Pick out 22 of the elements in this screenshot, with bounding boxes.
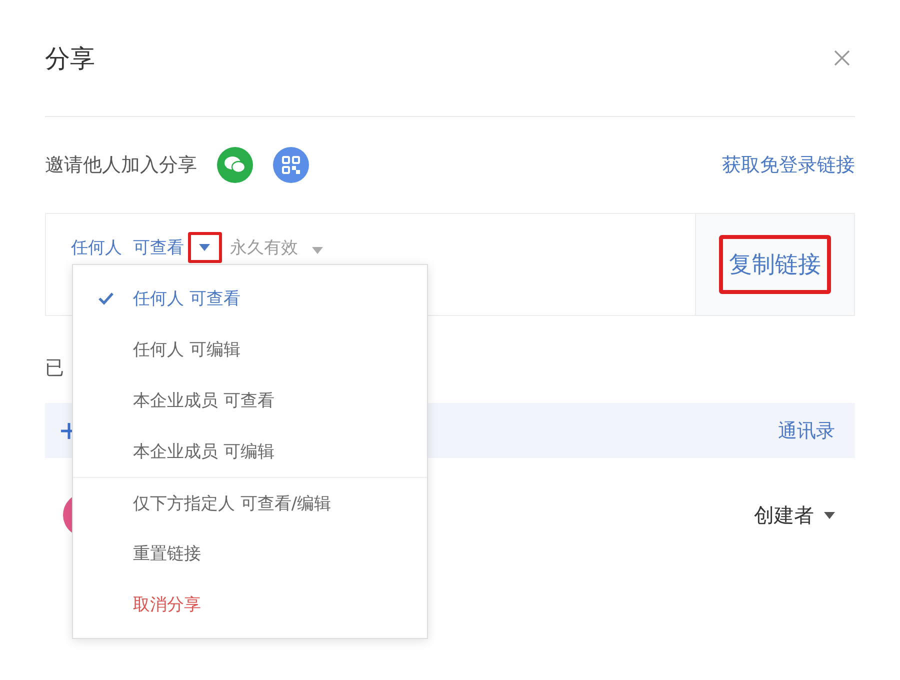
member-role[interactable]: 创建者 xyxy=(754,502,814,528)
caret-icon xyxy=(199,244,210,251)
contacts-link[interactable]: 通讯录 xyxy=(778,418,835,444)
menu-item[interactable]: 任何人 可编辑 xyxy=(73,324,427,375)
check-icon xyxy=(98,292,114,305)
qr-code-icon[interactable] xyxy=(273,147,309,183)
permission-dropdown-button[interactable] xyxy=(188,232,222,263)
permission-selector[interactable]: 任何人 可查看 xyxy=(71,236,184,259)
copy-link-button[interactable]: 复制链接 xyxy=(719,235,831,294)
dialog-title: 分享 xyxy=(45,42,95,74)
menu-item[interactable]: 任何人 可查看 xyxy=(73,273,427,324)
caret-icon xyxy=(312,247,323,254)
invite-label: 邀请他人加入分享 xyxy=(45,153,197,178)
close-icon[interactable] xyxy=(834,50,850,66)
members-label: 已 xyxy=(45,356,64,381)
menu-item[interactable]: 重置链接 xyxy=(73,528,427,579)
menu-item[interactable]: 取消分享 xyxy=(73,579,427,630)
caret-icon xyxy=(824,512,835,518)
chat-bubbles-icon[interactable] xyxy=(217,147,253,183)
menu-item[interactable]: 仅下方指定人 可查看/编辑 xyxy=(73,477,427,528)
expiry-selector[interactable]: 永久有效 xyxy=(230,236,298,259)
login-free-link[interactable]: 获取免登录链接 xyxy=(722,152,855,178)
